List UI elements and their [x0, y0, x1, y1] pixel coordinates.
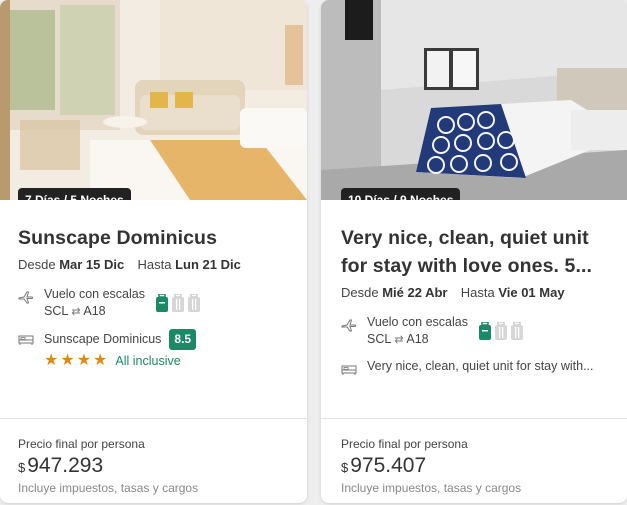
hotel-photo[interactable]: 10 Días / 9 Noches — [321, 0, 627, 200]
price-label: Precio final por persona — [18, 437, 145, 451]
hotel-room-image — [0, 0, 307, 200]
flight-info: Vuelo con escalas SCL ⇄ A18 — [18, 286, 289, 321]
plane-icon — [341, 319, 357, 332]
price-label: Precio final por persona — [341, 437, 468, 451]
checked-bag-icon — [495, 322, 507, 340]
checked-bag-icon — [172, 294, 184, 312]
from-label: Desde — [341, 285, 379, 300]
hotel-title[interactable]: Sunscape Dominicus — [18, 224, 289, 252]
currency-symbol: $ — [341, 460, 349, 475]
large-bag-icon — [188, 294, 200, 312]
from-date: Mar 15 Dic — [59, 257, 125, 272]
hotel-name: Sunscape Dominicus — [44, 332, 162, 346]
package-card[interactable]: 10 Días / 9 Noches Very nice, clean, qui… — [321, 0, 627, 503]
star-rating: ★ ★ ★ ★ All inclusive — [44, 353, 289, 369]
swap-arrows-icon: ⇄ — [394, 334, 404, 346]
baggage-icons[interactable] — [155, 294, 201, 314]
hotel-info: Sunscape Dominicus 8.5 — [18, 328, 289, 350]
trip-dates: Desde Mar 15 Dic Hasta Lun 21 Dic — [18, 257, 289, 272]
star-icon: ★ — [76, 352, 92, 369]
to-date: Vie 01 May — [498, 285, 565, 300]
large-bag-icon — [511, 322, 523, 340]
flight-label: Vuelo con escalas — [44, 287, 145, 301]
from-label: Desde — [18, 257, 56, 272]
from-date: Mié 22 Abr — [382, 285, 448, 300]
price-section: Precio final por persona $975.407 Incluy… — [321, 418, 627, 495]
plane-icon — [18, 291, 34, 304]
price-value: $947.293 — [18, 454, 289, 478]
route-origin: SCL — [367, 332, 391, 346]
route-destination: A18 — [83, 304, 106, 318]
price-note: Incluye impuestos, tasas y cargos — [18, 481, 199, 495]
bed-icon — [18, 335, 34, 345]
star-icon: ★ — [44, 352, 59, 369]
route-origin: SCL — [44, 304, 68, 318]
flight-info: Vuelo con escalas SCL ⇄ A18 — [341, 314, 607, 349]
title-line-1: Very nice, clean, quiet unit — [341, 227, 589, 249]
price-amount: 947.293 — [27, 454, 104, 477]
to-label: Hasta — [460, 285, 495, 300]
rating-badge: 8.5 — [169, 329, 197, 350]
price-note: Incluye impuestos, tasas y cargos — [341, 481, 522, 495]
price-value: $975.407 — [341, 454, 607, 478]
to-date: Lun 21 Dic — [175, 257, 241, 272]
star-icon: ★ — [93, 352, 108, 369]
carry-on-bag-icon — [156, 294, 168, 312]
board-type: All inclusive — [115, 354, 181, 368]
hotel-title[interactable]: Very nice, clean, quiet unit for stay wi… — [341, 224, 607, 280]
star-icon: ★ — [60, 352, 75, 369]
trip-dates: Desde Mié 22 Abr Hasta Vie 01 May — [341, 285, 607, 300]
hotel-info: Very nice, clean, quiet unit for stay wi… — [341, 358, 607, 377]
hotel-photo[interactable]: 7 Días / 5 Noches — [0, 0, 307, 200]
hotel-room-image — [321, 0, 627, 200]
bed-icon — [341, 365, 357, 375]
to-label: Hasta — [137, 257, 172, 272]
hotel-name: Very nice, clean, quiet unit for stay wi… — [367, 359, 594, 373]
baggage-icons[interactable] — [478, 322, 524, 342]
carry-on-bag-icon — [479, 322, 491, 340]
flight-route: SCL ⇄ A18 — [367, 331, 468, 349]
price-section: Precio final por persona $947.293 Incluy… — [0, 418, 307, 495]
price-amount: 975.407 — [350, 454, 427, 477]
swap-arrows-icon: ⇄ — [71, 306, 81, 318]
flight-route: SCL ⇄ A18 — [44, 303, 145, 321]
duration-badge: 10 Días / 9 Noches — [341, 188, 461, 200]
package-card[interactable]: 7 Días / 5 Noches Sunscape Dominicus Des… — [0, 0, 307, 503]
route-destination: A18 — [406, 332, 429, 346]
currency-symbol: $ — [18, 460, 26, 475]
title-line-2: for stay with love ones. 5... — [341, 255, 593, 277]
duration-badge: 7 Días / 5 Noches — [18, 188, 131, 200]
flight-label: Vuelo con escalas — [367, 315, 468, 329]
results-grid: 7 Días / 5 Noches Sunscape Dominicus Des… — [0, 0, 627, 505]
